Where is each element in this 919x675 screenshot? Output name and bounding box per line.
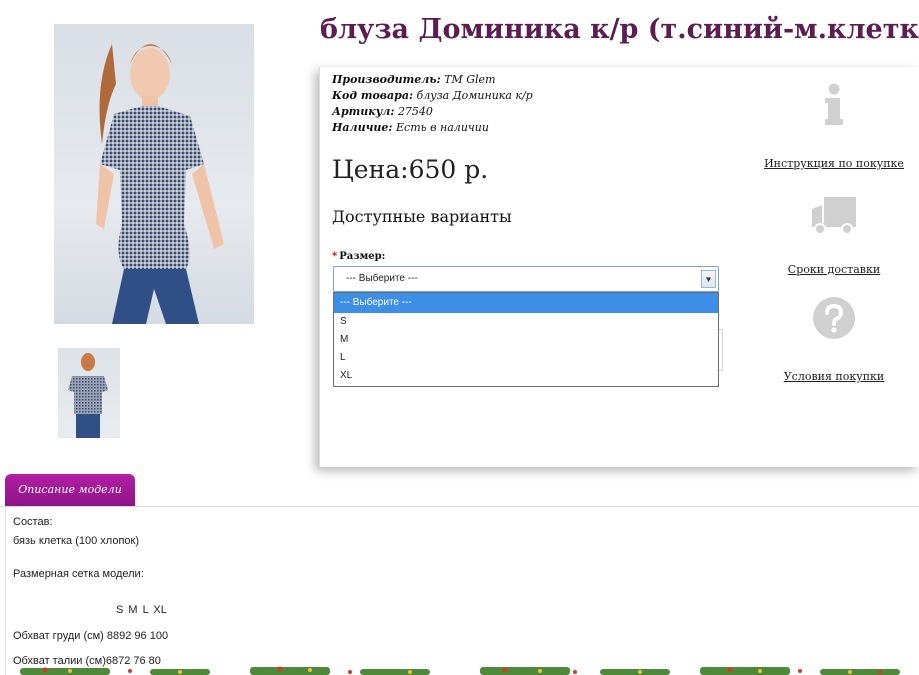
availability-value: Есть в наличии	[396, 121, 489, 134]
size-option-placeholder[interactable]: --- Выберите ---	[334, 293, 718, 313]
composition-value: бязь клетка (100 хлопок)	[13, 535, 140, 547]
size-option-m[interactable]: M	[334, 331, 718, 349]
delivery-link[interactable]: Сроки доставки	[759, 263, 909, 276]
description-panel	[5, 506, 919, 675]
thumbnail-graphic	[68, 353, 108, 438]
size-grid-header: S M L XL	[116, 604, 167, 616]
truck-icon[interactable]	[810, 195, 858, 237]
size-label: * Размер:	[332, 251, 385, 262]
terms-link[interactable]: Условия покупки	[759, 370, 909, 383]
product-code-line: Код товара: блуза Доминика к/р	[332, 89, 533, 102]
chest-row: Обхват груди (см) 8892 96 100	[13, 630, 169, 642]
delivery-block: Сроки доставки	[759, 195, 909, 276]
info-icon[interactable]	[822, 83, 846, 127]
composition-label: Состав:	[13, 516, 53, 528]
manufacturer-line: Производитель: TM Glem	[332, 73, 496, 86]
size-select-value: --- Выберите ---	[346, 273, 418, 284]
size-option-xl[interactable]: XL	[334, 367, 718, 385]
product-thumbnail[interactable]	[58, 348, 120, 438]
product-title: блуза Доминика к/р (т.синий-м.клетка)	[320, 14, 919, 45]
product-price: Цена:650 р.	[332, 155, 489, 184]
product-code-value: блуза Доминика к/р	[416, 89, 533, 102]
size-option-s[interactable]: S	[334, 313, 718, 331]
product-info-panel: Производитель: TM Glem Код товара: блуза…	[319, 67, 919, 467]
instructions-block: Инструкция по покупке	[759, 83, 909, 170]
product-main-image[interactable]	[54, 24, 254, 324]
article-label: Артикул:	[332, 105, 395, 118]
size-label-text: Размер:	[339, 251, 386, 262]
size-select[interactable]: --- Выберите --- ▼	[333, 266, 719, 292]
manufacturer-value: TM Glem	[444, 73, 496, 86]
model-photo-graphic	[96, 44, 224, 324]
chevron-down-icon[interactable]: ▼	[701, 270, 716, 288]
question-icon[interactable]	[812, 296, 856, 340]
product-code-label: Код товара:	[332, 89, 414, 102]
article-line: Артикул: 27540	[332, 105, 433, 118]
size-option-l[interactable]: L	[334, 349, 718, 367]
required-mark: *	[332, 251, 338, 262]
tab-description[interactable]: Описание модели	[5, 474, 135, 506]
availability-label: Наличие:	[332, 121, 393, 134]
article-value: 27540	[397, 105, 433, 118]
holiday-garland-decoration	[20, 666, 900, 675]
availability-line: Наличие: Есть в наличии	[332, 121, 489, 134]
instructions-link[interactable]: Инструкция по покупке	[759, 157, 909, 170]
manufacturer-label: Производитель:	[332, 73, 441, 86]
variants-heading: Доступные варианты	[332, 207, 512, 226]
size-grid-label: Размерная сетка модели:	[13, 568, 144, 580]
size-dropdown-list: --- Выберите --- S M L XL	[333, 292, 719, 387]
terms-block: Условия покупки	[759, 296, 909, 383]
